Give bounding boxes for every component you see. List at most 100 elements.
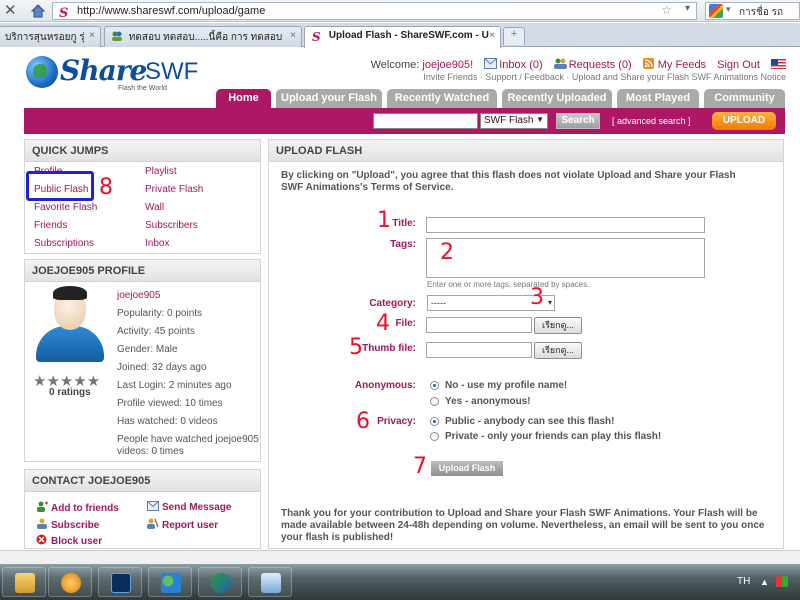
anonymous-no-radio[interactable] (430, 381, 439, 390)
photoshop-taskbar-icon[interactable] (98, 567, 142, 597)
anonymous-no-label: No - use my profile name! (445, 380, 568, 391)
windows-taskbar (0, 564, 800, 600)
browser-status-bar (0, 550, 800, 564)
nav-tab-recently-watched[interactable]: Recently Watched (387, 89, 497, 108)
nav-tab-most-played[interactable]: Most Played (617, 89, 699, 108)
close-tab-icon[interactable]: × (290, 30, 296, 41)
profile-title: JOEJOE905 PROFILE (25, 260, 260, 282)
header-sublinks[interactable]: Invite Friends · Support / Feedback · Up… (423, 72, 786, 82)
sign-out-link[interactable]: Sign Out (717, 59, 760, 71)
subscribe-icon (36, 518, 48, 529)
username-link[interactable]: joejoe905! (422, 59, 473, 71)
quick-jumps-title: QUICK JUMPS (25, 140, 260, 162)
nav-tab-recently-uploaded[interactable]: Recently Uploaded (502, 89, 612, 108)
quick-link-favorite-flash[interactable]: Favorite Flash (34, 202, 97, 213)
browser-taskbar-icon[interactable] (198, 567, 242, 597)
upload-flash-submit-button[interactable]: Upload Flash (431, 461, 503, 476)
tags-textarea[interactable] (426, 238, 705, 278)
shareswf-favicon-icon: S (58, 5, 72, 22)
browser-tab-active[interactable]: S Upload Flash - ShareSWF.com - U... × (304, 26, 501, 48)
block-user-label: Block user (51, 536, 103, 547)
avatar-hair (53, 286, 87, 300)
nav-tab-upload[interactable]: Upload your Flash (276, 89, 382, 108)
quick-link-inbox[interactable]: Inbox (145, 238, 169, 249)
close-tab-icon[interactable]: × (489, 30, 495, 41)
title-input[interactable] (426, 217, 705, 233)
rss-feed-icon (642, 58, 656, 69)
language-indicator[interactable]: TH (737, 576, 750, 587)
browser-tab[interactable]: บริการสุนหรอยกู รุ่งอ... × (0, 26, 101, 47)
quick-link-wall[interactable]: Wall (145, 202, 164, 213)
thumb-browse-button[interactable]: เรียกดู... (534, 342, 582, 359)
shareswf-logo[interactable]: Share SWF Flash the World (26, 54, 198, 92)
search-button[interactable]: Search (556, 113, 600, 129)
privacy-private-label: Private - only your friends can play thi… (445, 431, 662, 442)
quick-link-playlist[interactable]: Playlist (145, 166, 177, 177)
profile-username-link[interactable]: joejoe905 (117, 290, 160, 301)
annotation-7: 7 (413, 454, 427, 479)
action-center-flag-icon[interactable] (776, 576, 788, 587)
bookmark-star-icon[interactable]: ☆ (661, 3, 672, 17)
add-friend-link[interactable]: Add to friends (36, 501, 119, 514)
annotation-8: 8 (99, 175, 113, 200)
new-tab-button[interactable]: + (503, 27, 525, 45)
close-tab-icon[interactable]: × (89, 30, 95, 41)
search-type-select[interactable]: SWF Flash ▼ (480, 113, 548, 129)
address-bar[interactable]: S http://www.shareswf.com/upload/game ☆ … (52, 2, 697, 22)
annotation-6: 6 (356, 409, 370, 434)
tags-label: Tags: (390, 239, 416, 250)
subscribe-label: Subscribe (51, 520, 100, 531)
search-input[interactable] (373, 113, 478, 129)
quick-link-friends[interactable]: Friends (34, 220, 67, 231)
block-user-link[interactable]: Block user (36, 534, 102, 547)
file-input[interactable] (426, 317, 532, 333)
browser-toolbar: ✕ S http://www.shareswf.com/upload/game … (0, 0, 800, 22)
profile-has-watched: Has watched: 0 videos (117, 416, 218, 427)
browser-tab[interactable]: ทดสอบ ทดสอบ.....นี้คือ การ ทดสอบ × (104, 26, 302, 47)
quick-link-subscriptions[interactable]: Subscriptions (34, 238, 94, 249)
quick-link-private-flash[interactable]: Private Flash (145, 184, 203, 195)
engine-dropdown-icon[interactable]: ▾ (726, 4, 731, 15)
upload-flash-panel: UPLOAD FLASH By clicking on "Upload", yo… (268, 139, 784, 549)
url-dropdown-icon[interactable]: ▾ (685, 3, 690, 14)
block-icon (36, 534, 48, 545)
advanced-search-link[interactable]: [ advanced search ] (612, 116, 691, 126)
quick-link-subscribers[interactable]: Subscribers (145, 220, 198, 231)
paint-taskbar-icon[interactable] (248, 567, 292, 597)
tray-expand-icon[interactable]: ▲ (760, 577, 769, 587)
google-icon (709, 4, 723, 18)
us-flag-icon[interactable] (771, 59, 786, 69)
avatar[interactable] (35, 286, 105, 366)
title-label: Title: (392, 218, 416, 229)
annotation-2: 2 (440, 240, 454, 265)
privacy-public-radio[interactable] (430, 417, 439, 426)
requests-link[interactable]: Requests (0) (569, 59, 632, 71)
my-feeds-link[interactable]: My Feeds (658, 59, 706, 71)
add-friend-icon (36, 501, 48, 512)
file-label: File: (395, 318, 416, 329)
svg-text:S: S (59, 6, 68, 19)
stop-icon[interactable]: ✕ (4, 3, 18, 19)
report-user-link[interactable]: Report user (147, 518, 218, 531)
messenger-taskbar-icon[interactable] (148, 567, 192, 597)
privacy-private-radio[interactable] (430, 432, 439, 441)
logo-share-text: Share (60, 54, 147, 87)
nav-tab-community[interactable]: Community (704, 89, 785, 108)
media-player-taskbar-icon[interactable] (48, 567, 92, 597)
subscribe-link[interactable]: Subscribe (36, 518, 99, 531)
inbox-link[interactable]: Inbox (0) (499, 59, 542, 71)
explorer-taskbar-icon[interactable] (2, 567, 46, 597)
send-message-link[interactable]: Send Message (147, 501, 231, 513)
annotation-5: 5 (349, 335, 363, 360)
mail-icon (484, 58, 498, 69)
search-engine-box[interactable]: ▾ การชื่อ รถ (705, 2, 800, 20)
chevron-down-icon: ▼ (536, 115, 544, 124)
nav-tab-home[interactable]: Home (216, 89, 271, 108)
send-message-label: Send Message (162, 502, 232, 513)
anonymous-yes-radio[interactable] (430, 397, 439, 406)
tags-hint: Enter one or more tags, separated by spa… (427, 280, 590, 289)
home-icon[interactable] (30, 3, 46, 19)
upload-button[interactable]: UPLOAD (712, 112, 776, 130)
thumb-file-input[interactable] (426, 342, 532, 358)
file-browse-button[interactable]: เรียกดู... (534, 317, 582, 334)
